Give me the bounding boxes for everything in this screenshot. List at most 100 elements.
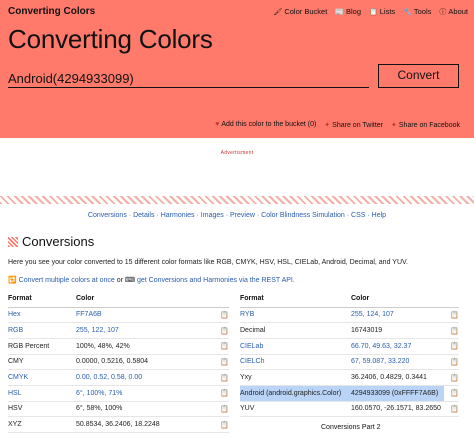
nav-about[interactable]: ⓘ About — [439, 7, 468, 17]
table-row: Decimal 16743019 📋 — [240, 322, 459, 339]
column-header-format: Format — [8, 291, 76, 308]
color-value-cell[interactable]: 6°, 100%, 71% — [76, 385, 212, 402]
subnav-css[interactable]: CSS — [351, 212, 365, 219]
color-value-cell[interactable]: 67, 59.087, 33.220 — [351, 354, 444, 371]
multi-convert-icon: 🔁 — [8, 277, 17, 284]
copy-icon[interactable]: 📋 — [444, 322, 459, 339]
conversions-heading: Conversions — [8, 234, 94, 249]
color-value-cell: 100%, 48%, 42% — [76, 338, 212, 355]
color-value-cell[interactable]: 0.00, 0.52, 0.58, 0.00 — [76, 369, 212, 386]
copy-icon[interactable]: 📋 — [444, 338, 459, 355]
subnav-help[interactable]: Help — [372, 212, 386, 219]
share-actions: ♥ Add this color to the bucket (0) ✦ Share… — [215, 121, 460, 129]
copy-icon[interactable]: 📋 — [212, 307, 229, 324]
color-value-cell[interactable]: FF7A6B — [76, 307, 212, 324]
ad-label: Advertisment — [220, 150, 254, 156]
table-row: HSL 6°, 100%, 71% 📋 — [8, 385, 229, 402]
convert-multiple-link[interactable]: Convert multiple colors at once — [19, 277, 115, 284]
format-cell[interactable]: HSL — [8, 385, 76, 402]
color-input[interactable] — [8, 66, 369, 88]
color-value-cell: 50.8534, 36.2406, 18.2248 — [76, 416, 212, 433]
rest-api-link[interactable]: get Conversions and Harmonies via the RE… — [137, 277, 295, 284]
table-row: YUV 160.0570, -26.1571, 83.2650 📋 — [240, 401, 459, 418]
brush-icon: 🖌 — [273, 9, 283, 16]
divider-stripe — [0, 196, 474, 204]
table-row: RGB Percent 100%, 48%, 42% 📋 — [8, 338, 229, 355]
copy-icon[interactable]: 📋 — [444, 401, 459, 418]
format-cell: Decimal — [240, 322, 351, 339]
format-cell[interactable]: CIELab — [240, 338, 351, 355]
copy-icon[interactable]: 📋 — [212, 385, 229, 402]
section-nav: Conversions · Details · Harmonies · Imag… — [87, 212, 387, 219]
copy-icon[interactable]: 📋 — [212, 401, 229, 418]
twitter-icon: ✦ — [324, 122, 331, 129]
format-cell[interactable]: RGB — [8, 322, 76, 339]
format-cell: Android (android.graphics.Color) — [240, 385, 351, 402]
conversions-links: 🔁 Convert multiple colors at once or ⌨ g… — [8, 277, 295, 284]
format-cell: RGB Percent — [8, 338, 76, 355]
table-row: CIELab 66.70, 49.63, 32.37 📋 — [240, 338, 459, 355]
table-row: CMYK 0.00, 0.52, 0.58, 0.00 📋 — [8, 369, 229, 386]
heart-icon: ♥ — [215, 121, 220, 128]
wrench-icon: 🔧 — [403, 9, 412, 16]
subnav-preview[interactable]: Preview — [230, 212, 255, 219]
nav-tools[interactable]: 🔧 Tools — [403, 7, 431, 17]
stripes-icon — [8, 236, 18, 247]
table-row: CMY 0.0000, 0.5216, 0.5804 📋 — [8, 354, 229, 371]
color-value-cell: 16743019 — [351, 322, 444, 339]
format-cell: Yxy — [240, 369, 351, 386]
copy-icon[interactable]: 📋 — [212, 416, 229, 433]
color-value-cell: 36.2406, 0.4829, 0.3441 — [351, 369, 444, 386]
table-row: XYZ 50.8534, 36.2406, 18.2248 📋 — [8, 416, 229, 433]
column-header-format: Format — [240, 291, 351, 308]
hero-banner: Converting Colors 🖌 Color Bucket 📰 Blog 📋 L… — [0, 0, 474, 138]
table-row: Android (android.graphics.Color) 42949330… — [240, 385, 459, 402]
copy-icon[interactable]: 📋 — [444, 307, 459, 324]
color-value-cell[interactable]: 255, 122, 107 — [76, 322, 212, 339]
convert-button[interactable]: Convert — [378, 64, 459, 88]
subnav-harmonies[interactable]: Harmonies — [161, 212, 195, 219]
share-twitter-button[interactable]: ✦ Share on Twitter — [324, 121, 383, 129]
add-to-bucket-button[interactable]: ♥ Add this color to the bucket (0) — [215, 121, 316, 129]
copy-icon[interactable]: 📋 — [212, 369, 229, 386]
share-facebook-button[interactable]: ✦ Share on Facebook — [391, 121, 460, 129]
copy-icon[interactable]: 📋 — [212, 338, 229, 355]
format-cell[interactable]: CMYK — [8, 369, 76, 386]
format-cell: HSV — [8, 401, 76, 418]
color-value-cell[interactable]: 255, 124, 107 — [351, 307, 444, 324]
list-icon: 📋 — [369, 9, 378, 16]
column-header-color: Color — [351, 291, 444, 308]
copy-icon[interactable]: 📋 — [444, 385, 459, 402]
newspaper-icon: 📰 — [335, 9, 344, 16]
color-value-cell[interactable]: 66.70, 49.63, 32.37 — [351, 338, 444, 355]
table-header: Format Color — [8, 291, 229, 308]
subnav-color-blindness[interactable]: Color Blindness Simulation — [261, 212, 345, 219]
site-logo[interactable]: Converting Colors — [8, 6, 95, 17]
nav-lists[interactable]: 📋 Lists — [369, 7, 395, 17]
format-cell[interactable]: RYB — [240, 307, 351, 324]
page-title: Converting Colors — [8, 24, 213, 54]
info-icon: ⓘ — [439, 9, 447, 16]
column-header-color: Color — [76, 291, 212, 308]
subnav-conversions[interactable]: Conversions — [88, 212, 127, 219]
nav-blog[interactable]: 📰 Blog — [335, 7, 361, 17]
subnav-details[interactable]: Details — [133, 212, 154, 219]
table-row: CIELCh 67, 59.087, 33.220 📋 — [240, 354, 459, 371]
copy-icon[interactable]: 📋 — [444, 369, 459, 386]
color-value-cell: 6°, 58%, 100% — [76, 401, 212, 418]
copy-icon[interactable]: 📋 — [212, 354, 229, 371]
format-cell: XYZ — [8, 416, 76, 433]
format-cell[interactable]: Hex — [8, 307, 76, 324]
conversions-table-right: Format Color RYB 255, 124, 107 📋 Decimal 167… — [240, 291, 459, 418]
table-row: RGB 255, 122, 107 📋 — [8, 322, 229, 339]
api-icon: ⌨ — [124, 277, 136, 284]
copy-icon[interactable]: 📋 — [212, 322, 229, 339]
pagination-label: Conversions Part 2 — [321, 424, 381, 431]
table-row: RYB 255, 124, 107 📋 — [240, 307, 459, 324]
subnav-images[interactable]: Images — [201, 212, 224, 219]
nav-color-bucket[interactable]: 🖌 Color Bucket — [273, 7, 327, 17]
table-row: Yxy 36.2406, 0.4829, 0.3441 📋 — [240, 369, 459, 386]
color-value-cell: 160.0570, -26.1571, 83.2650 — [351, 401, 444, 418]
format-cell[interactable]: CIELCh — [240, 354, 351, 371]
copy-icon[interactable]: 📋 — [444, 354, 459, 371]
